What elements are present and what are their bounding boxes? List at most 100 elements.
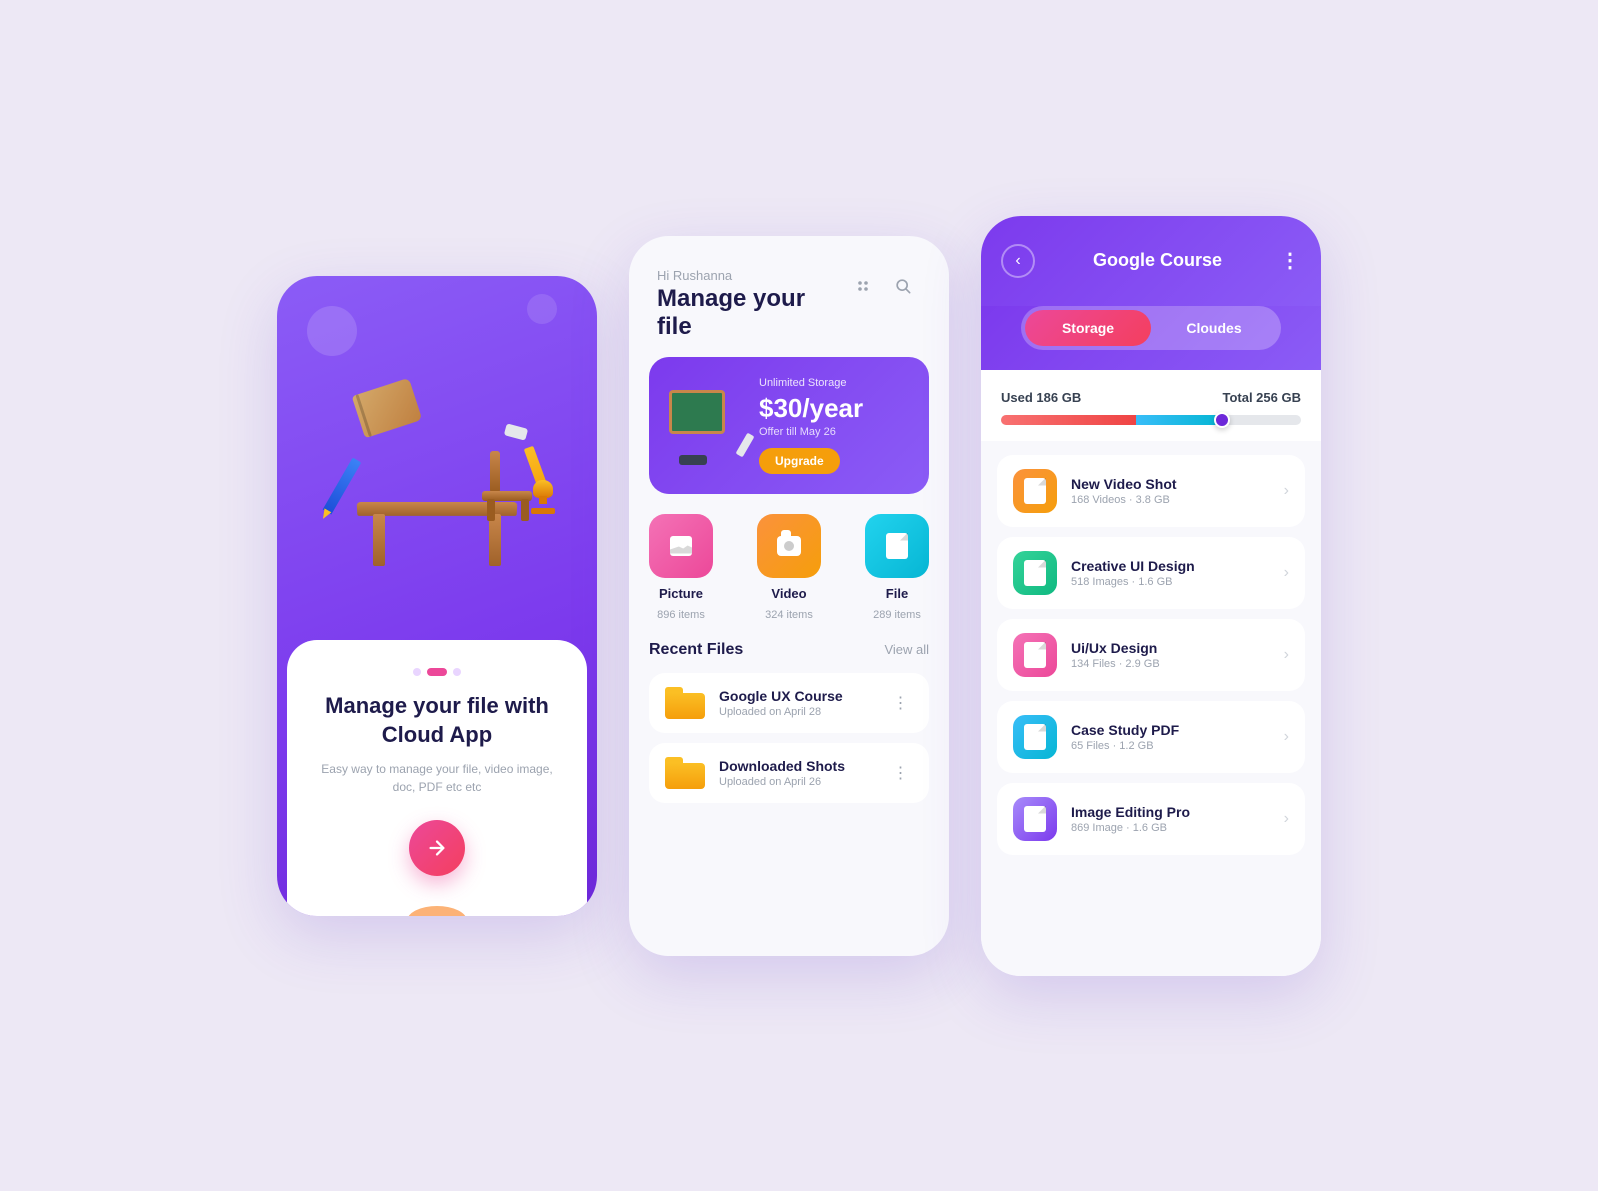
recent-files-section: Recent Files View all Google UX Course U… [629,641,949,956]
promo-label: Unlimited Storage [759,377,909,389]
fli-info-editing: Image Editing Pro 869 Image · 1.6 GB [1071,804,1284,834]
promo-banner: Unlimited Storage $30/year Offer till Ma… [649,357,929,494]
desk-scene [327,376,547,576]
fli-icon-case [1013,715,1057,759]
fli-info-uiux: Ui/Ux Design 134 Files · 2.9 GB [1071,640,1284,670]
storage-toggle[interactable]: Storage [1025,310,1151,346]
chevron-right-icon-2: › [1284,646,1289,664]
video-count: 324 items [765,609,813,621]
file-item-2[interactable]: Downloaded Shots Uploaded on April 26 ⋮ [649,743,929,803]
promo-offer: Offer till May 26 [759,426,909,438]
fli-image-editing[interactable]: Image Editing Pro 869 Image · 1.6 GB › [997,783,1305,855]
picture-count: 896 items [657,609,705,621]
file-icon [886,533,908,559]
video-file-icon [1024,478,1046,504]
cloudes-toggle[interactable]: Cloudes [1151,310,1277,346]
storage-row: Used 186 GB Total 256 GB [1001,390,1301,405]
toggle-pill: Storage Cloudes [1021,306,1281,350]
promo-price: $30/year [759,393,909,424]
get-started-button[interactable] [409,820,465,876]
phone3-screen: ‹ Google Course ⋮ Storage Cloudes Used 1… [981,216,1321,976]
grid-dots-icon [855,278,871,294]
recent-title: Recent Files [649,641,743,659]
fli-info-creative: Creative UI Design 518 Images · 1.6 GB [1071,558,1284,588]
trophy-float [529,480,557,514]
file-date-1: Uploaded on April 28 [719,706,889,718]
eraser-float [504,423,528,440]
file-item-1[interactable]: Google UX Course Uploaded on April 28 ⋮ [649,673,929,733]
dot-2-active [427,668,447,676]
creative-file-icon [1024,560,1046,586]
fli-creative-ui[interactable]: Creative UI Design 518 Images · 1.6 GB › [997,537,1305,609]
fli-meta-editing: 869 Image · 1.6 GB [1071,822,1284,834]
category-file[interactable]: File 289 items [865,514,929,621]
fli-meta-creative: 518 Images · 1.6 GB [1071,576,1284,588]
pencil-float [323,457,362,514]
fli-name-uiux: Ui/Ux Design [1071,640,1284,656]
storage-thumb [1214,412,1230,428]
file-menu-1[interactable]: ⋮ [889,691,913,715]
chair-back [490,451,500,493]
phone2-screen: Hi Rushanna Manage your file [629,236,949,956]
back-button[interactable]: ‹ [1001,244,1035,278]
fli-icon-editing [1013,797,1057,841]
storage-used-fill [1001,415,1136,425]
header-icons [845,268,921,304]
search-icon [893,276,913,296]
storage-bar [1001,415,1301,425]
fli-meta-video: 168 Videos · 3.8 GB [1071,494,1284,506]
phone2-header: Hi Rushanna Manage your file [629,236,949,357]
storage-cloud-fill [1136,415,1220,425]
file-label: File [886,586,908,601]
more-options-button[interactable]: ⋮ [1280,248,1301,273]
chair-leg-2 [521,499,529,521]
fli-info-video: New Video Shot 168 Videos · 3.8 GB [1071,476,1284,506]
picture-label: Picture [659,586,703,601]
phone1-headline: Manage your file with Cloud App [315,692,559,749]
file-count: 289 items [873,609,921,621]
trophy-base [531,508,555,514]
folder-body-1 [665,693,705,719]
dot-1 [413,668,421,676]
fli-case-study[interactable]: Case Study PDF 65 Files · 1.2 GB › [997,701,1305,773]
fli-icon-video [1013,469,1057,513]
fli-meta-case: 65 Files · 1.2 GB [1071,740,1284,752]
search-button[interactable] [885,268,921,304]
fli-icon-uiux [1013,633,1057,677]
header-left: Hi Rushanna Manage your file [657,268,845,341]
phone3-title: Google Course [1093,250,1222,271]
category-picture[interactable]: Picture 896 items [649,514,713,621]
desk-leg-right [489,514,501,566]
folder-icon-2 [665,757,705,789]
file-menu-2[interactable]: ⋮ [889,761,913,785]
fli-name-editing: Image Editing Pro [1071,804,1284,820]
pagination-dots [315,668,559,676]
chevron-right-icon-3: › [1284,728,1289,746]
storage-used-label: Used 186 GB [1001,390,1081,405]
illustration-area [277,316,597,636]
phone1-subtitle: Easy way to manage your file, video imag… [315,760,559,796]
dots-menu-button[interactable] [845,268,881,304]
video-icon-bg [757,514,821,578]
three-dots-icon-1: ⋮ [893,693,910,713]
bottom-decoration [407,906,467,916]
upgrade-button[interactable]: Upgrade [759,448,840,474]
fli-uiux[interactable]: Ui/Ux Design 134 Files · 2.9 GB › [997,619,1305,691]
chair-leg-1 [487,499,495,521]
promo-text: Unlimited Storage $30/year Offer till Ma… [749,377,909,474]
video-label: Video [771,586,806,601]
toggle-bar: Storage Cloudes [981,306,1321,370]
trophy-stem [539,496,547,504]
editing-file-icon [1024,806,1046,832]
files-list: New Video Shot 168 Videos · 3.8 GB › Cre… [981,441,1321,976]
chalkboard [669,390,725,434]
case-file-icon [1024,724,1046,750]
folder-icon-1 [665,687,705,719]
fli-new-video-shot[interactable]: New Video Shot 168 Videos · 3.8 GB › [997,455,1305,527]
category-video[interactable]: Video 324 items [757,514,821,621]
file-icon-bg [865,514,929,578]
view-all-link[interactable]: View all [884,642,929,657]
chalk-eraser [679,455,707,465]
greeting-text: Hi Rushanna [657,268,845,283]
phone1-screen: Manage your file with Cloud App Easy way… [277,276,597,916]
